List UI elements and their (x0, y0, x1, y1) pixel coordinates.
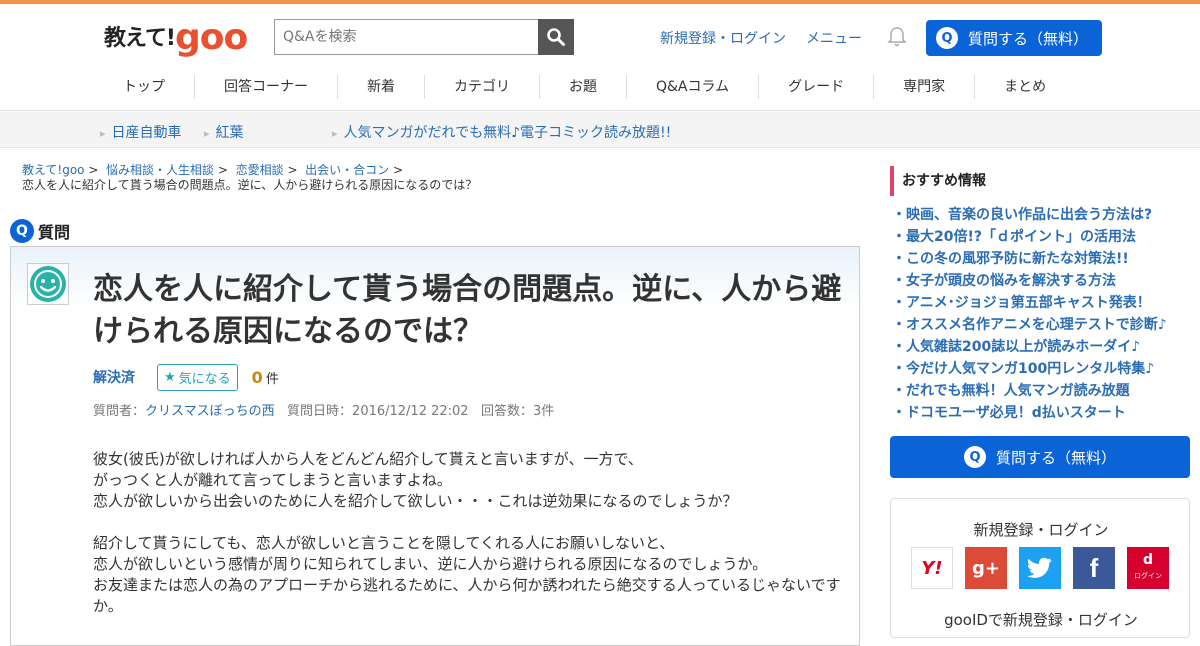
yahoo-login-glyph: Y! (921, 557, 943, 579)
recommended-item[interactable]: 最大20倍!?「ｄポイント」の活用法 (892, 226, 1167, 248)
breadcrumb-separator: > (88, 163, 99, 177)
trending-link-manga[interactable]: 人気マンガがだれでも無料♪電子コミック読み放題!! (332, 122, 672, 142)
answer-count: 回答数：3件 (480, 404, 555, 419)
recommended-item[interactable]: 人気雑誌200誌以上が読みホーダイ♪ (892, 336, 1167, 358)
facebook-glyph: f (1089, 552, 1099, 583)
asker-name-link[interactable]: クリスマスぼっちの西 (145, 404, 275, 419)
nav-summary[interactable]: まとめ (974, 75, 1075, 99)
recommended-item[interactable]: この冬の風邪予防に新たな対策法!! (892, 248, 1167, 270)
watch-count-unit: 件 (265, 371, 279, 387)
gooid-login-link[interactable]: gooIDで新規登録・ログイン (891, 609, 1191, 630)
trending-link-nissan[interactable]: 日産自動車 (100, 122, 182, 142)
nav-qa-column[interactable]: Q&Aコラム (626, 75, 758, 99)
question-paragraph: 紹介して貰うにしても、恋人が欲しいと言うことを隠してくれる人にお願いしないと、 … (93, 533, 843, 617)
header-links: 新規登録・ログイン メニュー (660, 28, 862, 48)
yahoo-login-icon[interactable]: Y! (911, 547, 953, 589)
login-panel: 新規登録・ログイン Y! g+ f d ログイン gooIDで新規登録・ログイン (890, 498, 1190, 638)
logo-text-jp: 教えて! (104, 26, 176, 51)
watch-count: 0 (251, 367, 263, 387)
docomo-login-icon[interactable]: d ログイン (1127, 547, 1169, 589)
site-logo[interactable]: 教えて! goo (104, 16, 248, 58)
question-date: 質問日時：2016/12/12 22:02 (287, 404, 469, 419)
nav-new[interactable]: 新着 (337, 75, 424, 99)
docomo-glyph: d (1142, 552, 1154, 568)
breadcrumb-separator: > (392, 163, 404, 177)
question-paragraph: 彼女(彼氏)が欲しければ人から人をどんどん紹介して貰えと言いますが、一方で、 が… (93, 449, 843, 512)
status-badge: 解決済 (93, 370, 135, 386)
login-panel-title: 新規登録・ログイン (973, 521, 1109, 539)
search-icon (547, 28, 565, 46)
sidebar-ask-question-button[interactable]: Q 質問する（無料） (890, 436, 1190, 478)
sidebar-ask-label: 質問する（無料） (995, 448, 1116, 467)
search-button[interactable] (538, 19, 574, 55)
breadcrumb-meeting[interactable]: 出会い・合コン (305, 163, 389, 177)
recommended-item[interactable]: 今だけ人気マンガ100円レンタル特集♪ (892, 358, 1167, 380)
nav-grade[interactable]: グレード (758, 75, 873, 99)
breadcrumb-home[interactable]: 教えて!goo (22, 163, 85, 177)
logo-text-goo: goo (174, 17, 248, 58)
question-title: 恋人を人に紹介して貰う場合の問題点。逆に、人から避けられる原因になるのでは？ (93, 272, 842, 349)
google-plus-glyph: g+ (972, 557, 1000, 579)
breadcrumb-separator: > (217, 163, 228, 177)
register-login-link[interactable]: 新規登録・ログイン (660, 28, 786, 48)
search-form (274, 19, 574, 55)
nav-category[interactable]: カテゴリ (424, 75, 539, 99)
breadcrumb: 教えて!goo > 悩み相談・人生相談 > 恋愛相談 > 出会い・合コン > 恋… (22, 163, 477, 193)
ask-question-button[interactable]: Q 質問する（無料） (926, 20, 1102, 56)
question-meta: 質問者：クリスマスぼっちの西 質問日時：2016/12/12 22:02 回答数… (93, 400, 554, 419)
nav-experts[interactable]: 専門家 (873, 75, 974, 99)
question-section-label: Q 質問 (10, 219, 70, 243)
nav-top[interactable]: トップ (94, 75, 194, 99)
question-line: 恋人が欲しいから出会いのために人を紹介して欲しい・・・これは逆効果になるのでしょ… (93, 492, 738, 510)
docomo-login-label: ログイン (1134, 572, 1162, 580)
site-header: 教えて! goo 新規登録・ログイン メニュー Q 質問する（無料） トップ 回… (0, 4, 1200, 111)
recommended-item[interactable]: ドコモユーザ必見！d払いスタート (892, 402, 1167, 424)
question-card: 恋人を人に紹介して貰う場合の問題点。逆に、人から避けられる原因になるのでは？ 解… (10, 246, 860, 646)
ask-question-label: 質問する（無料） (968, 29, 1089, 48)
trending-bar: 日産自動車 紅葉 人気マンガがだれでも無料♪電子コミック読み放題!! (0, 112, 1200, 148)
asker-label: 質問者： (93, 404, 146, 419)
question-status-row: 解決済 ★ 気になる 0 件 (93, 363, 279, 391)
question-body: 彼女(彼氏)が欲しければ人から人をどんどん紹介して貰えと言いますが、一方で、 が… (93, 449, 843, 638)
recommended-title: おすすめ情報 (890, 166, 986, 196)
recommended-list: 映画、音楽の良い作品に出会う方法は? 最大20倍!?「ｄポイント」の活用法 この… (892, 204, 1167, 424)
question-line: 彼女(彼氏)が欲しければ人から人をどんどん紹介して貰えと言いますが、一方で、 (93, 450, 643, 468)
search-input[interactable] (274, 19, 538, 55)
smiley-avatar-icon (30, 266, 66, 302)
question-q-icon: Q (936, 27, 958, 49)
google-plus-login-icon[interactable]: g+ (965, 547, 1007, 589)
breadcrumb-life-advice[interactable]: 悩み相談・人生相談 (106, 163, 214, 177)
question-line: 恋人が欲しいという感情が周りに知られてしまい、逆に人から避けられる原因になるので… (93, 555, 768, 573)
twitter-login-icon[interactable] (1019, 547, 1061, 589)
facebook-login-icon[interactable]: f (1073, 547, 1115, 589)
main-nav: トップ 回答コーナー 新着 カテゴリ お題 Q&Aコラム グレード 専門家 まと… (94, 68, 1075, 106)
question-line: がっつくと人が離れて言ってしまうと言いますよね。 (93, 471, 452, 489)
breadcrumb-current: 恋人を人に紹介して貰う場合の問題点。逆に、人から避けられる原因になるのでは？ (22, 178, 478, 192)
nav-topic[interactable]: お題 (539, 75, 626, 99)
nav-answer-corner[interactable]: 回答コーナー (194, 75, 337, 99)
breadcrumb-love-advice[interactable]: 恋愛相談 (236, 163, 284, 177)
recommended-item[interactable]: 女子が頭皮の悩みを解決する方法 (892, 270, 1167, 292)
star-icon: ★ (164, 369, 176, 385)
watch-button-label: 気になる (178, 371, 231, 387)
question-label-text: 質問 (38, 223, 71, 242)
question-line: お友達または恋人の為のアプローチから逃れるために、人から何か誘われたら絶交する人… (93, 576, 841, 615)
recommended-item[interactable]: アニメ･ジョジョ第五部キャスト発表！ (892, 292, 1167, 314)
trending-link-autumn-leaves[interactable]: 紅葉 (204, 122, 244, 142)
notification-bell-icon[interactable] (887, 26, 907, 48)
question-q-icon: Q (10, 219, 34, 243)
twitter-bird-icon (1027, 557, 1052, 578)
recommended-item[interactable]: 映画、音楽の良い作品に出会う方法は? (892, 204, 1167, 226)
recommended-item[interactable]: オススメ名作アニメを心理テストで診断♪ (892, 314, 1167, 336)
menu-link[interactable]: メニュー (806, 28, 862, 48)
question-line: 紹介して貰うにしても、恋人が欲しいと言うことを隠してくれる人にお願いしないと、 (93, 534, 675, 552)
avatar[interactable] (27, 263, 69, 305)
recommended-item[interactable]: だれでも無料！人気マンガ読み放題 (892, 380, 1167, 402)
question-q-icon: Q (963, 446, 986, 468)
watch-button[interactable]: ★ 気になる (157, 363, 238, 391)
breadcrumb-separator: > (287, 163, 298, 177)
